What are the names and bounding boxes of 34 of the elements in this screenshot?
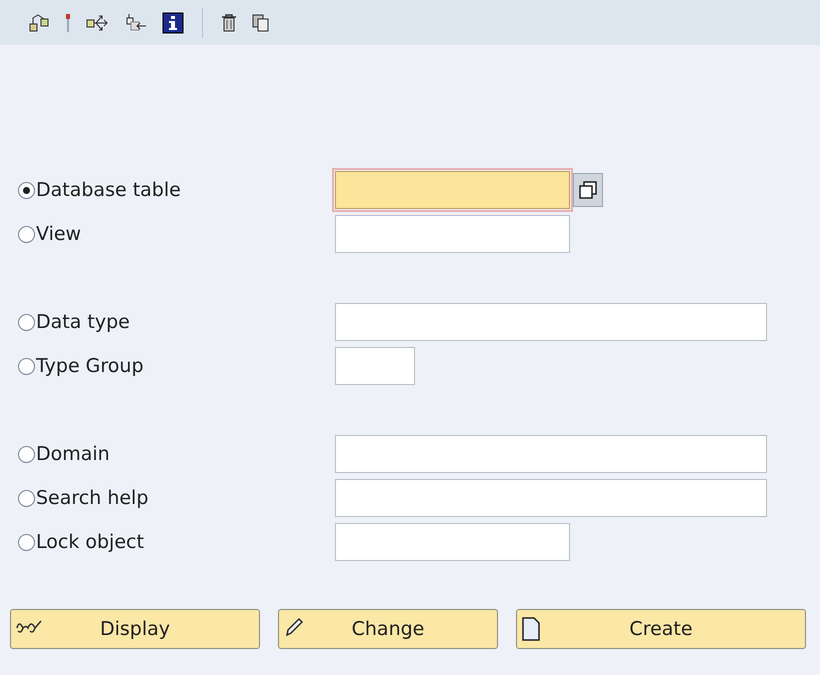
input-field[interactable] bbox=[335, 435, 767, 473]
option-label: Lock object bbox=[36, 530, 144, 555]
info-icon[interactable] bbox=[162, 12, 184, 34]
input-field[interactable] bbox=[335, 479, 767, 517]
trash-icon[interactable] bbox=[221, 12, 237, 32]
option-label: Database table bbox=[36, 178, 181, 203]
radio-button[interactable] bbox=[18, 226, 35, 242]
input-field[interactable] bbox=[335, 303, 767, 341]
action-button[interactable]: Display bbox=[10, 609, 260, 649]
option-label: Search help bbox=[36, 486, 148, 511]
input-field[interactable] bbox=[335, 171, 570, 209]
arrows-icon[interactable] bbox=[86, 12, 110, 32]
option-label: Data type bbox=[36, 310, 130, 335]
input-field[interactable] bbox=[335, 215, 570, 253]
value-help-icon[interactable] bbox=[573, 173, 603, 207]
insert-icon[interactable] bbox=[124, 12, 148, 32]
copy-icon[interactable] bbox=[251, 12, 271, 32]
hierarchy-icon[interactable] bbox=[28, 12, 50, 32]
action-button[interactable]: Create bbox=[516, 609, 806, 649]
pencil-icon bbox=[283, 616, 305, 638]
input-field[interactable] bbox=[335, 347, 415, 385]
radio-button[interactable] bbox=[18, 446, 35, 462]
option-label: Domain bbox=[36, 442, 110, 467]
page-icon bbox=[521, 616, 541, 642]
radio-button[interactable] bbox=[18, 314, 35, 330]
option-label: View bbox=[36, 222, 82, 247]
option-label: Type Group bbox=[36, 354, 144, 379]
radio-button[interactable] bbox=[18, 490, 35, 506]
action-button[interactable]: Change bbox=[278, 609, 498, 649]
radio-button[interactable] bbox=[18, 182, 35, 198]
input-field[interactable] bbox=[335, 523, 570, 561]
radio-button[interactable] bbox=[18, 534, 35, 550]
marker-icon[interactable] bbox=[64, 12, 72, 34]
radio-button[interactable] bbox=[18, 358, 35, 374]
